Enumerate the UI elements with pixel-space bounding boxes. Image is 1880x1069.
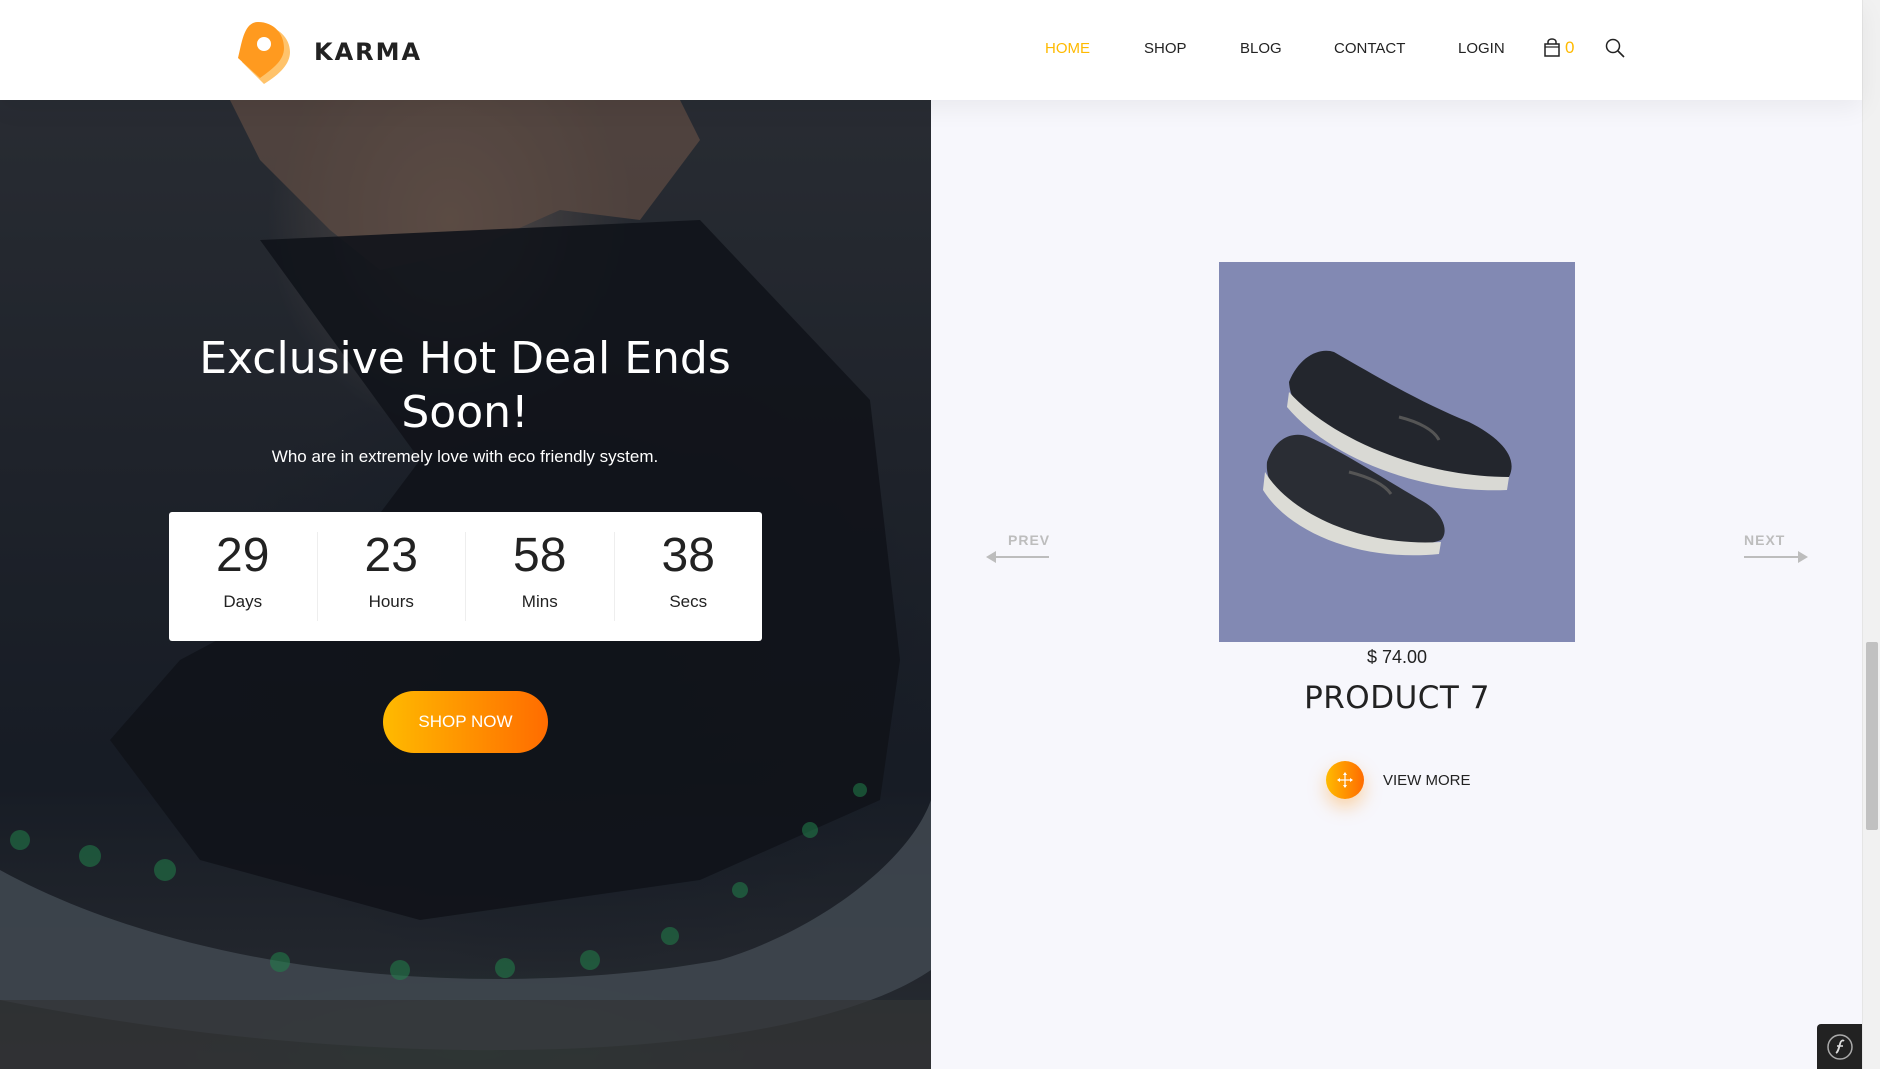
cart-count: 0 [1565, 38, 1575, 57]
nav-login[interactable]: LOGIN [1458, 40, 1505, 57]
view-more-button[interactable]: VIEW MORE [1326, 761, 1471, 799]
arrow-left-icon [986, 551, 1049, 563]
countdown-hours: 23 Hours [318, 529, 466, 621]
countdown-label: Mins [521, 592, 558, 611]
nav-blog[interactable]: BLOG [1240, 40, 1282, 57]
countdown-timer: 29 Days 23 Hours 58 Mins 38 Secs [169, 512, 762, 641]
symfony-toolbar-icon[interactable] [1817, 1024, 1862, 1069]
prev-label: PREV [1008, 532, 1051, 548]
countdown-days: 29 Days [169, 532, 318, 621]
nav-home[interactable]: HOME [1045, 40, 1090, 57]
product-name[interactable]: PRODUCT 7 [1227, 680, 1567, 716]
brand-name: KARMA [314, 38, 423, 66]
countdown-value: 29 [216, 529, 270, 582]
view-more-label: VIEW MORE [1383, 771, 1471, 789]
countdown-secs: 38 Secs [615, 532, 763, 621]
shopping-bag-icon [1544, 38, 1560, 57]
page-scrollbar[interactable] [1862, 0, 1880, 1069]
product-price: $ 74.00 [1366, 647, 1428, 667]
countdown-label: Secs [669, 592, 708, 611]
countdown-value: 58 [513, 529, 567, 582]
countdown-value: 38 [661, 529, 715, 582]
product-image[interactable] [1219, 262, 1575, 642]
arrow-right-icon [1744, 551, 1808, 563]
move-arrows-icon [1326, 761, 1364, 799]
hot-deal-banner: Exclusive Hot Deal Ends Soon! Who are in… [0, 100, 931, 1069]
cart-button[interactable]: 0 [1543, 38, 1574, 58]
hero-title-line1: Exclusive Hot Deal Ends [199, 333, 731, 384]
nav-shop[interactable]: SHOP [1144, 40, 1187, 57]
countdown-label: Days [223, 592, 263, 611]
slip-on-shoes-image [1263, 350, 1512, 556]
countdown-mins: 58 Mins [466, 532, 615, 621]
location-pin-logo [238, 22, 290, 84]
next-label: NEXT [1744, 532, 1786, 548]
shop-now-button[interactable]: SHOP NOW [383, 691, 548, 753]
hero-title: Exclusive Hot Deal Ends Soon! [150, 332, 780, 440]
brand-logo[interactable]: KARMA [234, 18, 422, 86]
hero-title-line2: Soon! [401, 387, 529, 438]
search-icon[interactable] [1605, 38, 1625, 58]
countdown-label: Hours [368, 592, 414, 611]
product-carousel: PREV $ 74.00 PRODUCT 7 VIEW MORE NEXT [931, 100, 1862, 1069]
hero-subtitle: Who are in extremely love with eco frien… [271, 447, 659, 466]
scrollbar-thumb[interactable] [1866, 642, 1878, 830]
countdown-value: 23 [364, 529, 418, 582]
nav-contact[interactable]: CONTACT [1334, 40, 1405, 57]
site-header: KARMA HOME SHOP BLOG CONTACT LOGIN 0 [0, 0, 1862, 100]
